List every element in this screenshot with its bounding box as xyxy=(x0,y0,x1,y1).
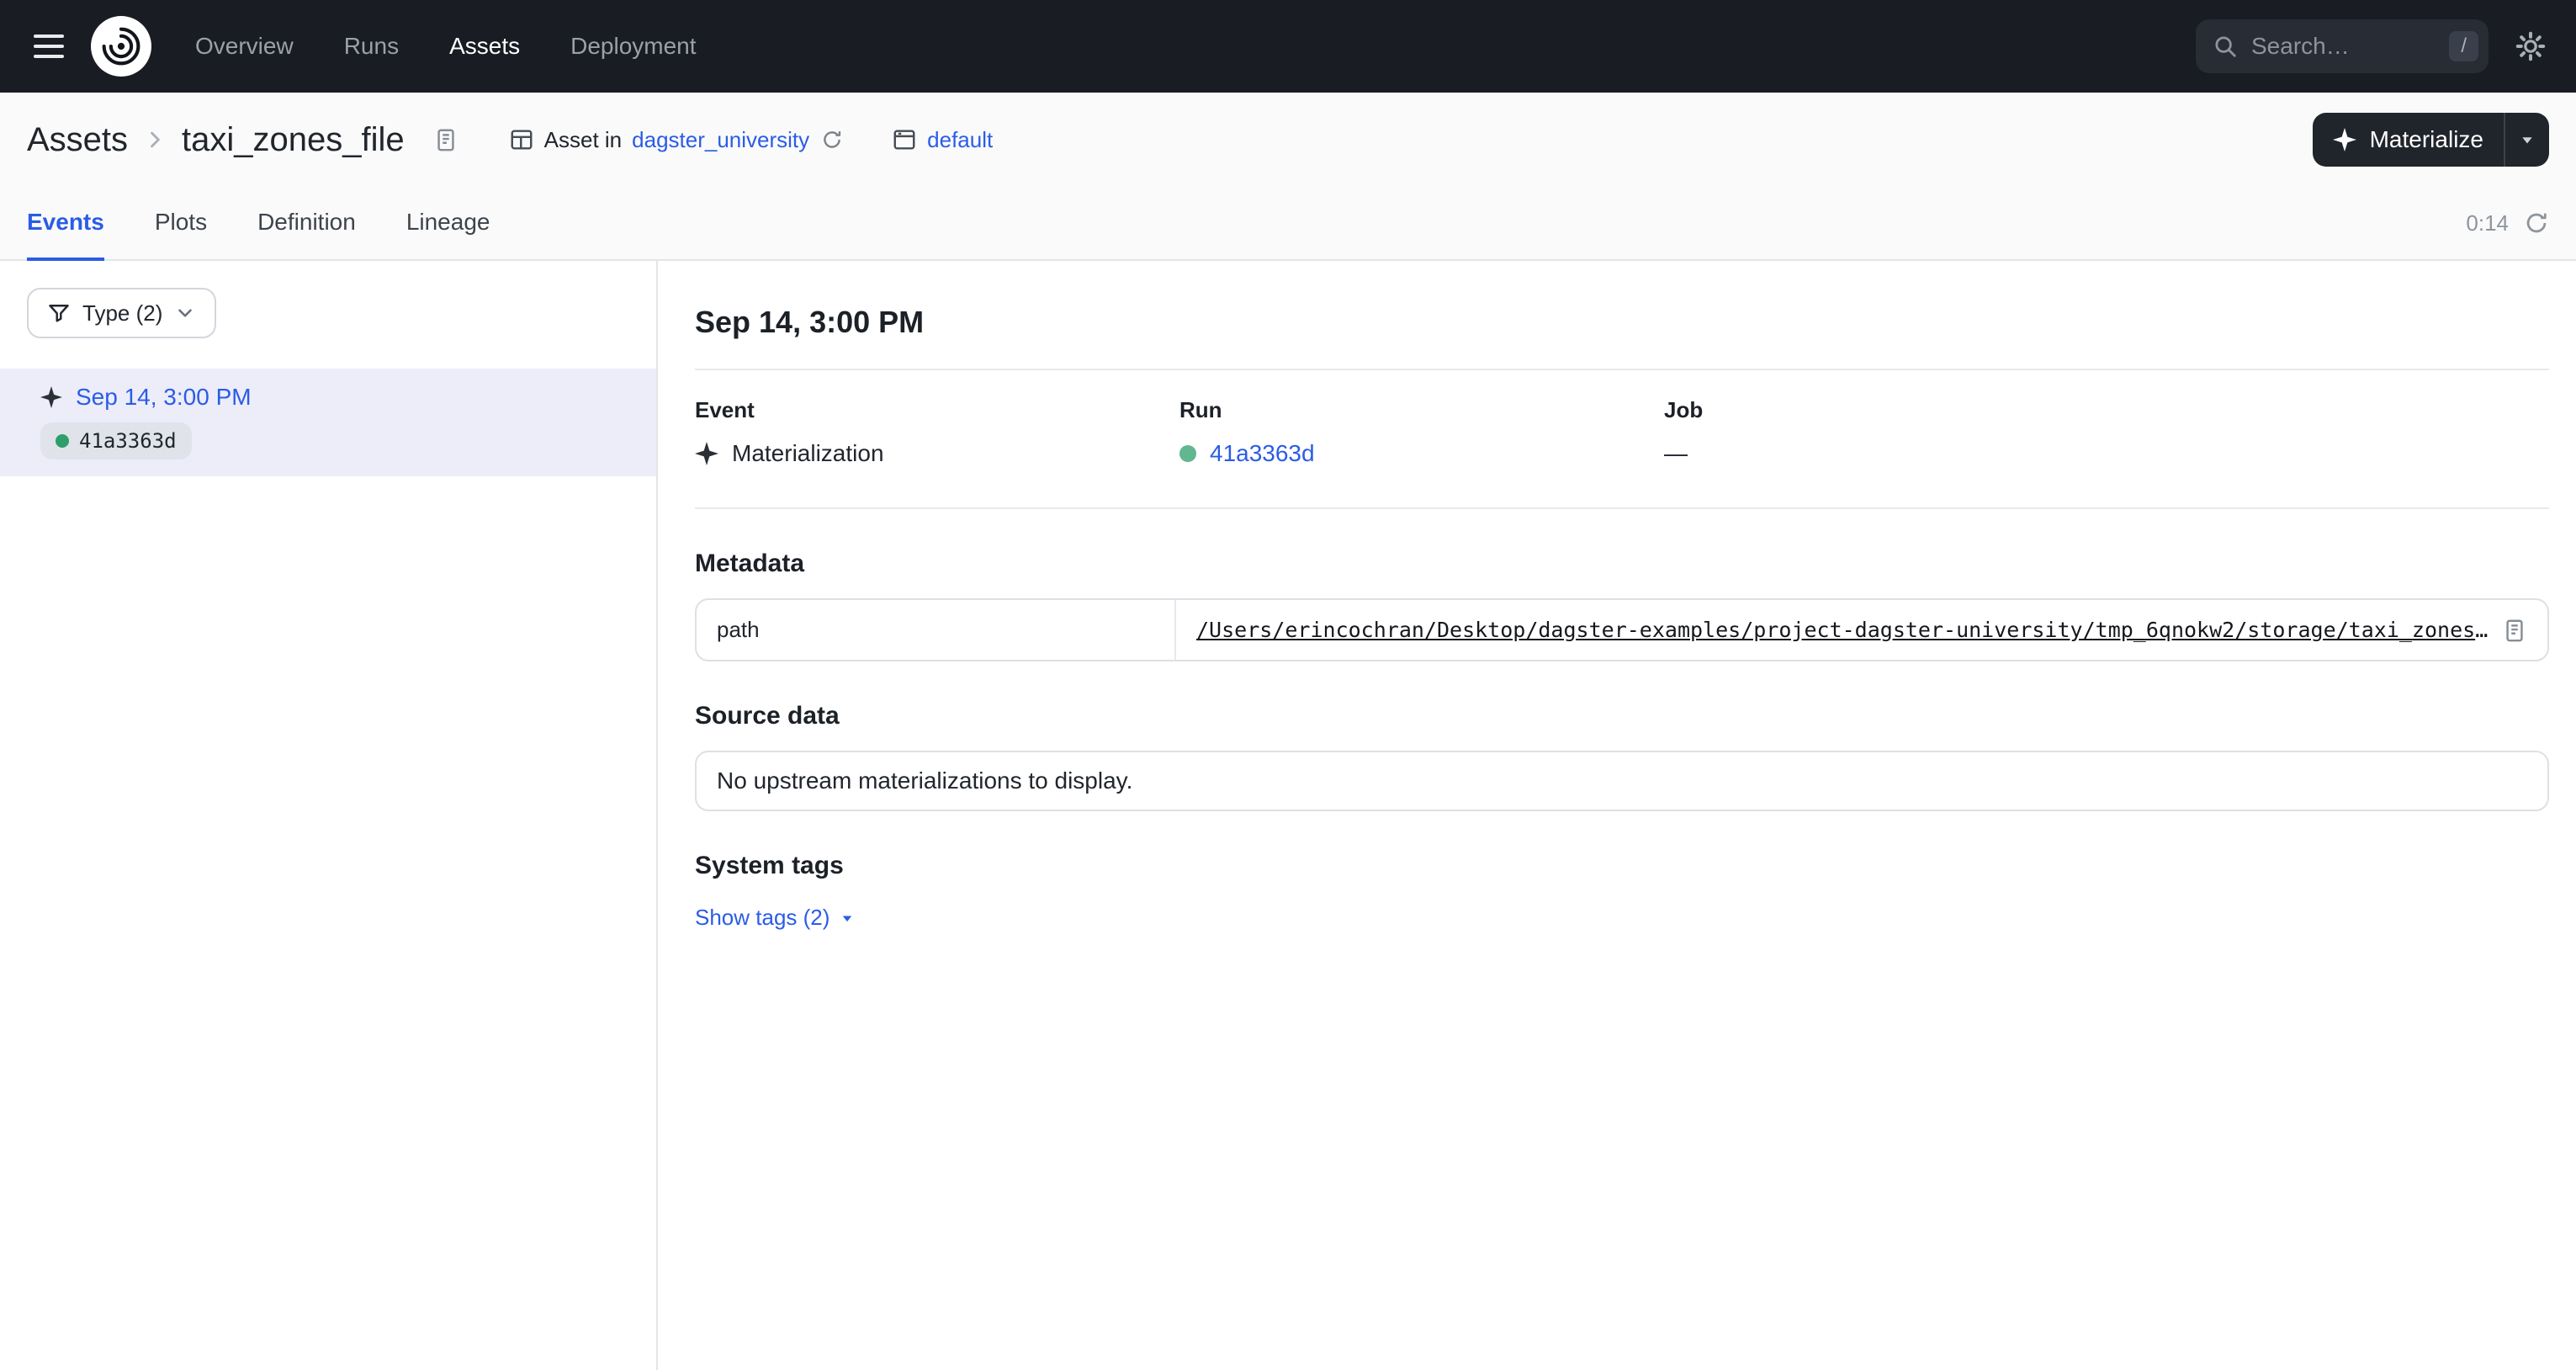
materialize-label: Materialize xyxy=(2370,126,2483,153)
job-column: Job — xyxy=(1664,397,2149,467)
breadcrumb-assets-link[interactable]: Assets xyxy=(27,121,128,159)
event-timestamp-link[interactable]: Sep 14, 3:00 PM xyxy=(76,384,252,411)
breadcrumb: Assets taxi_zones_file xyxy=(27,121,462,159)
search-icon xyxy=(2213,34,2238,59)
search-box: / xyxy=(2196,19,2489,73)
metadata-row: path /Users/erincochran/Desktop/dagster-… xyxy=(697,600,2547,660)
caret-down-icon xyxy=(2517,130,2537,150)
event-type-value: Materialization xyxy=(732,440,884,467)
asset-tabs: Events Plots Definition Lineage 0:14 xyxy=(0,187,2576,261)
materialization-icon xyxy=(40,386,62,408)
settings-button[interactable] xyxy=(2512,28,2549,65)
nav-item-runs[interactable]: Runs xyxy=(344,33,399,60)
search-shortcut-badge: / xyxy=(2449,31,2478,61)
event-label: Event xyxy=(695,397,1179,423)
filter-type-button[interactable]: Type (2) xyxy=(27,288,216,338)
filter-icon xyxy=(47,301,71,325)
code-location-link[interactable]: dagster_university xyxy=(632,127,809,153)
asset-group-link[interactable]: default xyxy=(927,127,993,153)
event-summary-row: Event Materialization Run 41a3363d xyxy=(695,370,2549,507)
asset-group-icon xyxy=(892,127,917,152)
reload-code-location-button[interactable] xyxy=(819,127,845,152)
code-location-tag: Asset in dagster_university xyxy=(509,127,845,153)
metadata-path-link[interactable]: /Users/erincochran/Desktop/dagster-examp… xyxy=(1196,618,2499,642)
dagster-swirl-icon xyxy=(99,24,143,68)
topnav-right: / xyxy=(2196,19,2549,73)
run-status-dot xyxy=(56,434,69,448)
chevron-right-icon xyxy=(143,128,167,151)
event-title: Sep 14, 3:00 PM xyxy=(695,305,2549,340)
refresh-countdown: 0:14 xyxy=(2466,210,2509,236)
event-list: Sep 14, 3:00 PM 41a3363d xyxy=(0,369,656,476)
run-column: Run 41a3363d xyxy=(1179,397,1664,467)
primary-nav: Overview Runs Assets Deployment xyxy=(195,33,697,60)
run-link[interactable]: 41a3363d xyxy=(1210,440,1315,467)
tab-events[interactable]: Events xyxy=(27,187,104,261)
event-detail-panel: Sep 14, 3:00 PM Event Materialization Ru… xyxy=(658,261,2576,1370)
nav-item-assets[interactable]: Assets xyxy=(449,33,520,60)
sparkle-icon xyxy=(2333,128,2356,151)
event-list-item[interactable]: Sep 14, 3:00 PM 41a3363d xyxy=(0,369,656,476)
source-data-heading: Source data xyxy=(695,702,2549,730)
asset-group-tag: default xyxy=(892,127,993,153)
run-status-dot xyxy=(1179,445,1196,462)
asset-in-label: Asset in xyxy=(544,127,623,153)
tab-lineage[interactable]: Lineage xyxy=(406,187,490,261)
run-label: Run xyxy=(1179,397,1664,423)
copy-path-button[interactable] xyxy=(2499,614,2531,646)
refresh-button[interactable] xyxy=(2524,210,2549,236)
search-input[interactable] xyxy=(2251,33,2436,60)
show-tags-label: Show tags (2) xyxy=(695,905,830,931)
table-icon xyxy=(509,127,534,152)
materialize-button[interactable]: Materialize xyxy=(2313,113,2504,167)
metadata-key: path xyxy=(697,600,1176,660)
refresh-icon xyxy=(821,129,843,151)
metadata-heading: Metadata xyxy=(695,550,2549,578)
copy-asset-name-button[interactable] xyxy=(430,124,462,156)
system-tags-heading: System tags xyxy=(695,852,2549,880)
show-tags-toggle[interactable]: Show tags (2) xyxy=(695,905,856,931)
materialize-split-button: Materialize xyxy=(2313,113,2549,167)
source-data-empty-message: No upstream materializations to display. xyxy=(717,767,1132,794)
clipboard-icon xyxy=(2502,618,2527,643)
tab-definition[interactable]: Definition xyxy=(257,187,356,261)
refresh-icon xyxy=(2524,210,2549,236)
tab-plots[interactable]: Plots xyxy=(155,187,207,261)
asset-header: Assets taxi_zones_file Asset in dagster_ xyxy=(0,93,2576,261)
nav-item-overview[interactable]: Overview xyxy=(195,33,294,60)
nav-item-deployment[interactable]: Deployment xyxy=(570,33,696,60)
job-value: — xyxy=(1664,440,1688,467)
filter-type-label: Type (2) xyxy=(82,300,162,327)
source-data-empty-state: No upstream materializations to display. xyxy=(695,751,2549,811)
clipboard-icon xyxy=(433,127,458,152)
event-sidebar: Type (2) Sep 14, 3:00 PM 41a3363d xyxy=(0,261,658,1370)
materialize-options-button[interactable] xyxy=(2504,113,2549,167)
top-navigation: Overview Runs Assets Deployment / xyxy=(0,0,2576,93)
run-id-badge[interactable]: 41a3363d xyxy=(40,422,192,459)
menu-button[interactable] xyxy=(27,28,71,65)
run-id-label: 41a3363d xyxy=(79,429,177,453)
refresh-status: 0:14 xyxy=(2466,187,2549,259)
dagster-logo[interactable] xyxy=(91,16,151,77)
materialization-icon xyxy=(695,442,718,465)
divider xyxy=(695,507,2549,509)
asset-name: taxi_zones_file xyxy=(182,121,405,159)
chevron-down-icon xyxy=(174,302,196,324)
caret-down-icon xyxy=(838,909,856,927)
metadata-table: path /Users/erincochran/Desktop/dagster-… xyxy=(695,598,2549,661)
job-label: Job xyxy=(1664,397,2149,423)
gear-icon xyxy=(2515,31,2546,61)
event-column: Event Materialization xyxy=(695,397,1179,467)
